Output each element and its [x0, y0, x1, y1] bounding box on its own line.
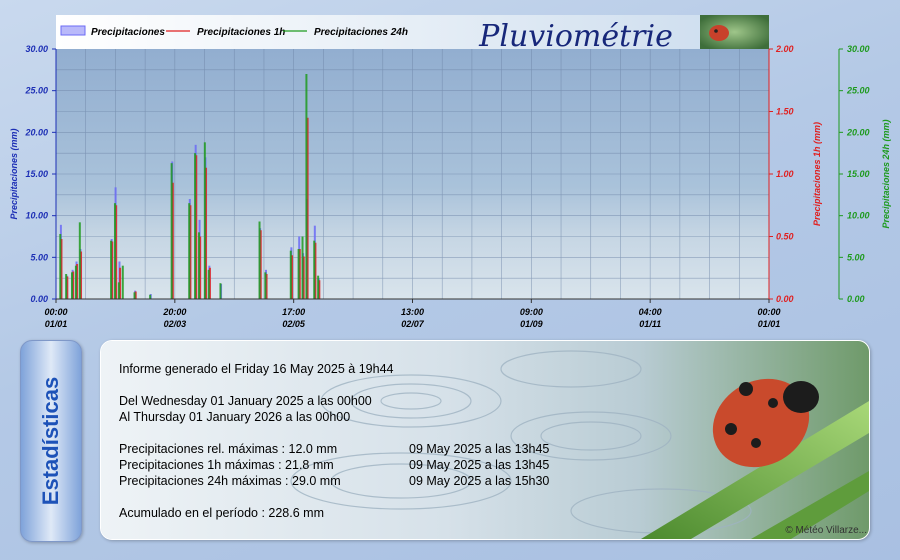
bar-precipitaciones-24h	[188, 203, 191, 299]
right2-axis-title: Precipitaciones 24h (mm)	[881, 119, 891, 228]
tick-label-x-time: 00:00	[757, 307, 780, 317]
tick-label-left: 0.00	[30, 294, 48, 304]
tick-label-right1: 0.50	[776, 232, 794, 242]
legend-label-24h: Precipitaciones 24h	[314, 27, 408, 38]
stats-row-max-24h: Precipitaciones 24h máximas : 29.0 mm 09…	[119, 473, 549, 489]
tick-label-x-time: 00:00	[44, 307, 67, 317]
bar-precipitaciones-24h	[219, 283, 222, 299]
tick-label-right2: 0.00	[847, 294, 865, 304]
tick-label-left: 10.00	[25, 211, 48, 221]
bar-precipitaciones-24h	[149, 294, 152, 299]
right1-axis-title: Precipitaciones 1h (mm)	[812, 122, 822, 226]
tick-label-right2: 30.00	[847, 44, 870, 54]
bar-precipitaciones-24h	[313, 240, 316, 299]
tick-label-x-time: 13:00	[401, 307, 424, 317]
tick-label-right1: 0.00	[776, 294, 794, 304]
bar-precipitaciones-24h	[305, 74, 308, 299]
chart: Precipitaciones Precipitaciones 1h Preci…	[9, 15, 891, 329]
bar-precipitaciones-24h	[59, 234, 62, 299]
stats-max-rel-label: Precipitaciones rel. máximas : 12.0 mm	[119, 442, 338, 456]
bar-precipitaciones-24h	[317, 275, 320, 299]
bar-precipitaciones-24h	[170, 163, 173, 299]
stats-max-24h-label: Precipitaciones 24h máximas : 29.0 mm	[119, 474, 341, 488]
legend-label-1h: Precipitaciones 1h	[197, 27, 285, 38]
stats-generated: Informe generado el Friday 16 May 2025 à…	[119, 362, 394, 376]
stats-total: Acumulado en el período : 228.6 mm	[119, 506, 324, 520]
tick-label-left: 30.00	[25, 44, 48, 54]
bar-precipitaciones-24h	[71, 272, 73, 299]
tick-label-right2: 5.00	[847, 252, 865, 262]
stats-period-from: Del Wednesday 01 January 2025 a las 00h0…	[119, 394, 372, 408]
stats-panel: Informe generado el Friday 16 May 2025 à…	[100, 340, 870, 540]
stats-max-1h-date: 09 May 2025 a las 13h45	[409, 458, 550, 472]
tick-label-x-date: 02/05	[282, 319, 306, 329]
tick-label-x-time: 20:00	[162, 307, 186, 317]
chart-title: Pluviométrie	[478, 19, 673, 54]
legend-swatch-precipitaciones	[60, 25, 86, 36]
tick-label-right1: 1.00	[776, 169, 794, 179]
tick-label-left: 15.00	[25, 169, 48, 179]
tick-label-x-date: 02/07	[401, 319, 425, 329]
stats-max-rel-date: 09 May 2025 a las 13h45	[409, 442, 550, 456]
stats-period-to: Al Thursday 01 January 2026 a las 00h00	[119, 410, 351, 424]
stats-side-label: Estadísticas	[38, 376, 63, 506]
ladybug-thumbnail-body	[709, 25, 729, 41]
ladybug-thumbnail-spot	[714, 29, 718, 33]
tick-label-x-date: 01/01	[758, 319, 781, 329]
stats-max-1h-label: Precipitaciones 1h máximas : 21.8 mm	[119, 458, 334, 472]
bar-precipitaciones-24h	[121, 265, 124, 299]
bar-precipitaciones-24h	[113, 203, 116, 299]
bar-precipitaciones-24h	[301, 236, 304, 299]
bar-precipitaciones-24h	[65, 274, 68, 299]
bar-precipitaciones-24h	[117, 282, 120, 299]
tick-label-right1: 1.50	[776, 107, 794, 117]
tick-label-left: 5.00	[30, 252, 48, 262]
bar-precipitaciones-24h	[78, 222, 81, 299]
bar-precipitaciones-24h	[197, 232, 200, 299]
legend: Precipitaciones Precipitaciones 1h Preci…	[60, 25, 408, 38]
bar-precipitaciones-24h	[297, 249, 300, 299]
tick-label-right2: 25.00	[846, 86, 870, 96]
tick-label-left: 25.00	[24, 86, 48, 96]
bar-precipitaciones-24h	[258, 221, 261, 299]
stats-max-24h-date: 09 May 2025 a las 15h30	[409, 474, 550, 488]
bar-precipitaciones-24h	[207, 269, 210, 299]
bar-precipitaciones-24h	[289, 250, 292, 299]
ladybug-spot	[768, 398, 778, 408]
tick-label-x-date: 02/03	[164, 319, 187, 329]
tick-label-x-date: 01/09	[520, 319, 543, 329]
tick-label-right1: 2.00	[775, 44, 794, 54]
tick-label-x-date: 01/01	[45, 319, 68, 329]
tick-label-right2: 10.00	[847, 211, 870, 221]
stats-row-max-rel: Precipitaciones rel. máximas : 12.0 mm 0…	[119, 441, 549, 457]
copyright: © Météo Villarze...	[785, 525, 867, 536]
bar-precipitaciones-24h	[133, 292, 136, 299]
tick-label-x-time: 04:00	[639, 307, 662, 317]
stats-text: Informe generado el Friday 16 May 2025 à…	[119, 361, 549, 521]
bar-precipitaciones-24h	[194, 153, 197, 299]
ladybug-spot	[725, 423, 737, 435]
legend-label-precipitaciones: Precipitaciones	[91, 27, 165, 38]
tick-label-left: 20.00	[24, 127, 48, 137]
bar-precipitaciones-24h	[203, 142, 206, 299]
tick-label-right2: 20.00	[846, 127, 870, 137]
stats-row-max-1h: Precipitaciones 1h máximas : 21.8 mm 09 …	[119, 457, 549, 473]
ladybug-head	[783, 381, 819, 413]
bar-precipitaciones-24h	[264, 272, 267, 299]
left-axis-title: Precipitaciones (mm)	[9, 128, 19, 219]
ladybug-spot	[751, 438, 761, 448]
tick-label-x-time: 09:00	[520, 307, 543, 317]
bar-precipitaciones-24h	[74, 265, 77, 299]
ladybug-spot	[739, 382, 753, 396]
tick-label-x-time: 17:00	[282, 307, 305, 317]
tick-label-right2: 15.00	[847, 169, 870, 179]
tick-label-x-date: 01/11	[639, 319, 661, 329]
stats-side-tab: Estadísticas	[20, 340, 82, 542]
bar-precipitaciones-24h	[110, 240, 113, 299]
